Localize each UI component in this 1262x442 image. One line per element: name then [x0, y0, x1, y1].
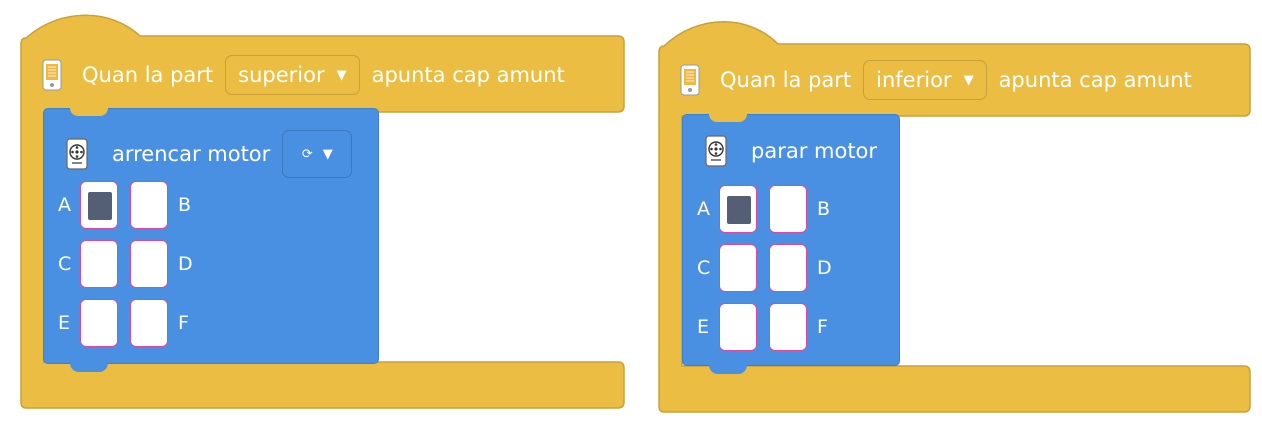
chevron-down-icon: ▼ — [963, 72, 974, 88]
event-suffix-label: apunta cap amunt — [998, 68, 1192, 92]
stop-motor-label: parar motor — [751, 139, 878, 163]
port-e-checkbox[interactable] — [719, 303, 757, 351]
port-a-checkbox[interactable] — [80, 181, 118, 229]
port-c-checkbox[interactable] — [80, 240, 118, 288]
event-prefix-label: Quan la part — [82, 63, 214, 87]
port-d-checkbox[interactable] — [769, 244, 807, 292]
port-label-f: F — [817, 316, 828, 338]
event-block-2[interactable]: Quan la part inferior ▼ apunta cap amunt… — [658, 18, 1252, 416]
port-selector: A B C D E F — [695, 185, 832, 351]
port-d-checkbox[interactable] — [130, 240, 168, 288]
port-label-a: A — [697, 198, 710, 220]
motor-icon — [66, 138, 88, 170]
port-label-e: E — [58, 312, 71, 334]
port-label-a: A — [58, 194, 71, 216]
port-label-b: B — [178, 194, 192, 216]
start-motor-block[interactable]: arrencar motor ⟳ ▼ A B C D E F — [43, 108, 379, 372]
port-b-checkbox[interactable] — [130, 181, 168, 229]
port-label-e: E — [697, 316, 710, 338]
port-a-checkbox[interactable] — [719, 185, 757, 233]
port-f-checkbox[interactable] — [130, 299, 168, 347]
event-prefix-label: Quan la part — [720, 68, 852, 92]
stop-motor-block[interactable]: parar motor A B C D E F — [682, 114, 900, 374]
port-label-c: C — [697, 257, 711, 279]
event-suffix-label: apunta cap amunt — [371, 63, 565, 87]
part-dropdown[interactable]: inferior ▼ — [863, 60, 987, 100]
port-label-b: B — [817, 198, 831, 220]
chevron-down-icon: ▼ — [336, 67, 347, 83]
port-c-checkbox[interactable] — [719, 244, 757, 292]
port-label-f: F — [178, 312, 189, 334]
rotate-clockwise-icon: ⟳ — [301, 146, 313, 162]
port-b-checkbox[interactable] — [769, 185, 807, 233]
chevron-down-icon: ▼ — [322, 146, 333, 162]
port-label-d: D — [178, 253, 193, 275]
controller-icon — [680, 64, 700, 96]
motor-icon — [705, 135, 727, 167]
start-motor-label: arrencar motor — [112, 142, 271, 166]
port-f-checkbox[interactable] — [769, 303, 807, 351]
controller-icon — [42, 59, 62, 91]
port-selector: A B C D E F — [56, 181, 193, 347]
port-label-d: D — [817, 257, 832, 279]
event-block-1[interactable]: Quan la part superior ▼ apunta cap amunt… — [20, 14, 626, 410]
part-dropdown-value: superior — [238, 63, 325, 87]
direction-dropdown[interactable]: ⟳ ▼ — [282, 130, 353, 178]
port-e-checkbox[interactable] — [80, 299, 118, 347]
part-dropdown[interactable]: superior ▼ — [225, 55, 360, 95]
part-dropdown-value: inferior — [876, 68, 952, 92]
port-label-c: C — [58, 253, 72, 275]
